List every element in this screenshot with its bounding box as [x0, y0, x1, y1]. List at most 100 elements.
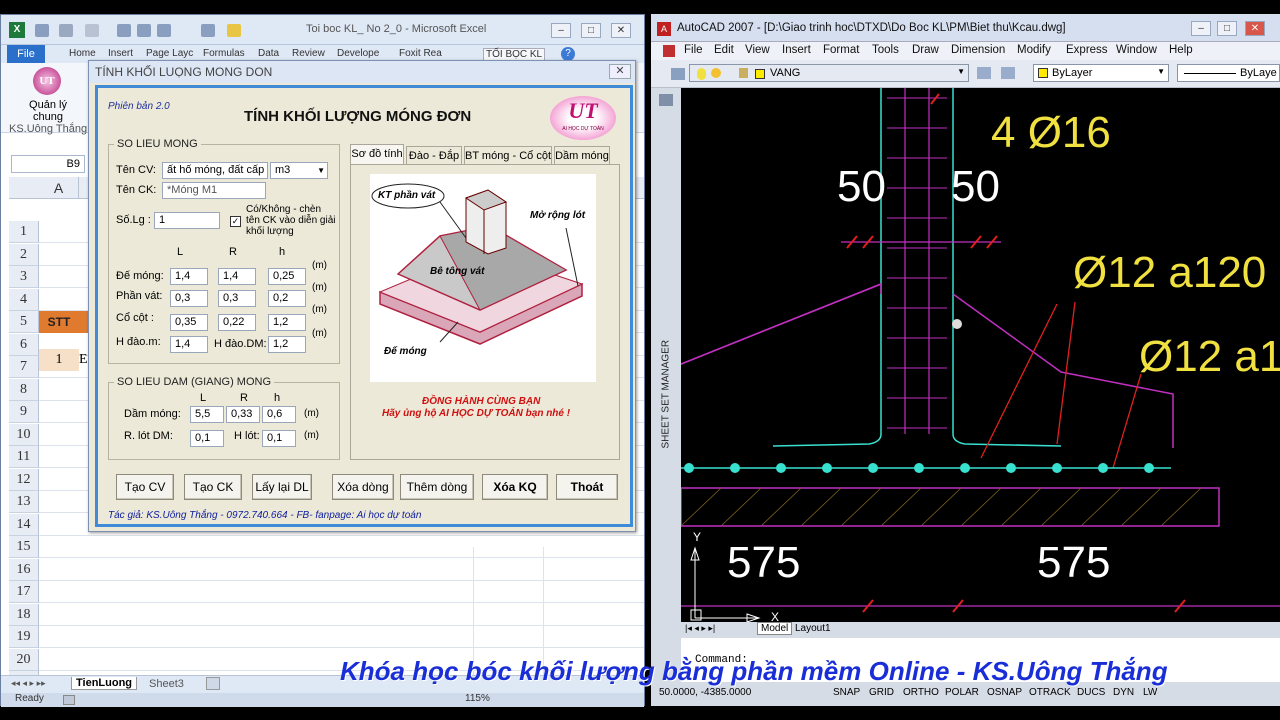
row-header[interactable]: 1 [9, 221, 39, 243]
drawing-canvas[interactable]: 50 50 4 Ø16 Ø12 a120 Ø12 a1 575 575 Y X [681, 88, 1280, 622]
row-header[interactable]: 19 [9, 626, 39, 648]
lay-lai-dl-button[interactable]: Lấy lại DL [252, 474, 312, 500]
brush-icon[interactable] [157, 24, 171, 37]
phan-vat-r-field[interactable]: 0,3 [218, 290, 256, 307]
menu-tools[interactable]: Tools [872, 44, 899, 56]
tab-developer[interactable]: Develope [337, 48, 379, 59]
co-cot-l-field[interactable]: 0,35 [170, 314, 208, 331]
chevron-down-icon[interactable]: ▼ [957, 67, 965, 76]
them-dong-button[interactable]: Thêm dòng [400, 474, 474, 500]
row-header[interactable]: 12 [9, 468, 39, 491]
undo-icon[interactable] [59, 24, 73, 37]
row-header[interactable]: 4 [9, 288, 39, 311]
menu-express[interactable]: Express [1066, 44, 1108, 56]
dam-h-field[interactable]: 0,6 [262, 406, 296, 423]
layer-manager-icon[interactable] [671, 68, 685, 80]
tab-layout1[interactable]: Layout1 [795, 623, 831, 634]
highlight-icon[interactable] [227, 24, 241, 37]
de-mong-l-field[interactable]: 1,4 [170, 268, 208, 285]
tab-home[interactable]: Home [69, 48, 96, 59]
row-header[interactable]: 5 [9, 311, 39, 333]
sheet-set-manager-palette[interactable]: SHEET SET MANAGER [651, 88, 681, 682]
ac-close-button[interactable]: ✕ [1245, 21, 1265, 36]
ac-restore-button[interactable]: □ [1217, 21, 1237, 36]
border-icon[interactable] [201, 24, 215, 37]
dialog-close-button[interactable]: ✕ [609, 64, 631, 79]
row-header[interactable]: 17 [9, 581, 39, 603]
so-luong-field[interactable]: 1 [154, 212, 220, 229]
menu-modify[interactable]: Modify [1017, 44, 1051, 56]
tab-page-layout[interactable]: Page Layc [146, 48, 193, 59]
r-lot-field[interactable]: 0,1 [190, 430, 224, 447]
linetype-dropdown[interactable]: ByLaye [1177, 64, 1280, 82]
h-lot-field[interactable]: 0,1 [262, 430, 296, 447]
tao-cv-button[interactable]: Tạo CV [116, 474, 174, 500]
save-icon[interactable] [35, 24, 49, 37]
redo-icon[interactable] [85, 24, 99, 37]
tab-insert[interactable]: Insert [108, 48, 133, 59]
tab-data[interactable]: Data [258, 48, 279, 59]
dam-l-field[interactable]: 5,5 [190, 406, 224, 423]
row-header[interactable]: 13 [9, 491, 39, 513]
tab-file[interactable]: File [7, 45, 45, 63]
menu-file[interactable]: File [684, 44, 703, 56]
excel-app-icon[interactable]: X [9, 22, 25, 38]
menu-format[interactable]: Format [823, 44, 859, 56]
column-header-a[interactable]: A [39, 177, 79, 199]
close-button[interactable]: ✕ [611, 23, 631, 38]
h-dao-dm-field[interactable]: 1,2 [268, 336, 306, 353]
filter-icon[interactable] [137, 24, 151, 37]
tab-so-do-tinh[interactable]: Sơ đồ tính [350, 144, 404, 164]
tab-dam-mong[interactable]: Dầm móng [554, 146, 610, 164]
maximize-button[interactable]: □ [581, 23, 601, 38]
thoat-button[interactable]: Thoát [556, 474, 618, 500]
menu-edit[interactable]: Edit [714, 44, 734, 56]
menu-dimension[interactable]: Dimension [951, 44, 1005, 56]
sheet-nav-icon[interactable]: ◂◂ ◂ ▸ ▸▸ [11, 678, 46, 689]
chevron-down-icon[interactable]: ▼ [317, 163, 325, 178]
row-header[interactable]: 8 [9, 378, 39, 401]
ac-minimize-button[interactable]: – [1191, 21, 1211, 36]
de-mong-r-field[interactable]: 1,4 [218, 268, 256, 285]
menu-insert[interactable]: Insert [782, 44, 811, 56]
new-sheet-icon[interactable] [206, 677, 220, 690]
tab-dao-dap[interactable]: Đào - Đắp [406, 146, 462, 164]
doc-icon[interactable] [663, 45, 675, 57]
row-header[interactable]: 9 [9, 401, 39, 423]
color-dropdown[interactable]: ByLayer ▼ [1033, 64, 1169, 82]
row-header[interactable]: 6 [9, 333, 39, 356]
autocad-app-icon[interactable]: A [657, 22, 671, 36]
make-current-icon[interactable] [977, 67, 991, 79]
row-header[interactable]: 11 [9, 446, 39, 468]
co-cot-h-field[interactable]: 1,2 [268, 314, 306, 331]
xoa-kq-button[interactable]: Xóa KQ [482, 474, 548, 500]
dam-r-field[interactable]: 0,33 [226, 406, 260, 423]
name-box[interactable]: B9 [11, 155, 85, 173]
tab-foxit[interactable]: Foxit Rea [399, 48, 442, 59]
row-header[interactable]: 15 [9, 536, 39, 558]
sheet-tab-sheet3[interactable]: Sheet3 [149, 678, 184, 690]
tab-review[interactable]: Review [292, 48, 325, 59]
layer-dropdown[interactable]: VANG ▼ [689, 64, 969, 82]
align-icon[interactable] [117, 24, 131, 37]
sheet-tab-tienluong[interactable]: TienLuong [71, 677, 138, 690]
palette-icon[interactable] [659, 94, 673, 106]
minimize-button[interactable]: – [551, 23, 571, 38]
menu-draw[interactable]: Draw [912, 44, 939, 56]
chevron-down-icon[interactable]: ▼ [1157, 67, 1165, 76]
menu-view[interactable]: View [745, 44, 770, 56]
row-header[interactable]: 20 [9, 648, 39, 671]
tab-formulas[interactable]: Formulas [203, 48, 245, 59]
row-header[interactable]: 3 [9, 266, 39, 288]
row-header[interactable]: 18 [9, 603, 39, 626]
tab-bt-mong[interactable]: BT móng - Cổ cột [464, 146, 552, 164]
stt-header-cell[interactable]: STT [39, 311, 79, 333]
tab-model[interactable]: Model [757, 622, 793, 635]
h-dao-m-field[interactable]: 1,4 [170, 336, 208, 353]
tao-ck-button[interactable]: Tạo CK [184, 474, 242, 500]
quan-ly-chung-button[interactable]: Quản lý chung [23, 99, 73, 123]
row-header[interactable]: 10 [9, 423, 39, 446]
menu-window[interactable]: Window [1116, 44, 1157, 56]
row-header[interactable]: 16 [9, 558, 39, 581]
phan-vat-l-field[interactable]: 0,3 [170, 290, 208, 307]
